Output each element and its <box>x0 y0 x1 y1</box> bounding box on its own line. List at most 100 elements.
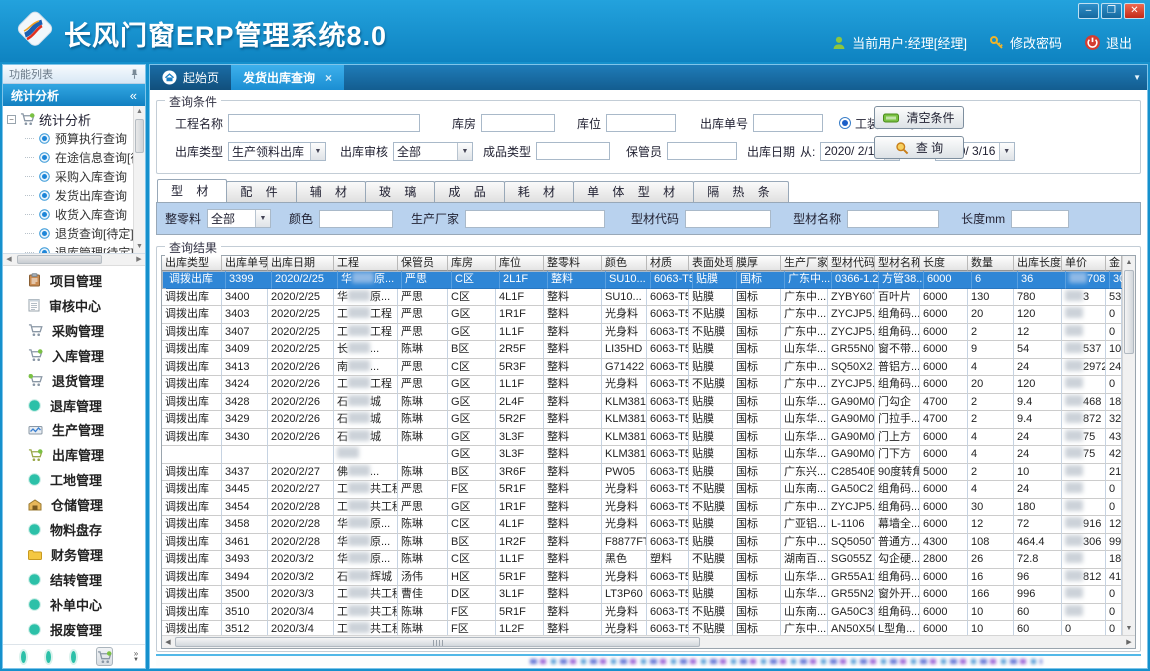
order-no-input[interactable] <box>753 114 823 132</box>
cart-tool-button[interactable] <box>96 647 113 666</box>
table-row[interactable]: 调拨出库34092020/2/25长...陈琳B区2R5F整料LI35HD606… <box>162 341 1122 359</box>
column-header[interactable]: 材质 <box>647 256 689 271</box>
location-input[interactable] <box>606 114 676 132</box>
scroll-thumb[interactable] <box>17 255 102 264</box>
sidebar-menu-item[interactable]: 物料盘存 <box>3 519 145 541</box>
sidebar-menu-item[interactable]: 退货管理 <box>3 369 145 391</box>
more-buttons-chevron[interactable]: »▼ <box>133 650 139 664</box>
material-tab[interactable]: 隔 热 条 <box>693 181 789 202</box>
table-row[interactable]: 调拨出库34452020/2/27工共工程严思F区5R1F整料光身料6063-T… <box>162 481 1122 499</box>
sidebar-menu-item[interactable]: 退库管理 <box>3 394 145 416</box>
sidebar-menu-item[interactable]: 报废管理 <box>3 618 145 640</box>
column-header[interactable]: 膜厚 <box>733 256 781 271</box>
scroll-up-icon[interactable]: ▲ <box>134 106 145 118</box>
tree-item[interactable]: 采购入库查询 <box>7 167 131 186</box>
clear-conditions-button[interactable]: 清空条件 <box>874 106 964 129</box>
tab-list-caret-icon[interactable]: ▼ <box>1133 73 1141 82</box>
tree-root[interactable]: − 统计分析 <box>7 109 131 129</box>
table-row[interactable]: 调拨出库34302020/2/26石城陈琳G区3L3F整料KLM38176063… <box>162 429 1122 447</box>
tree-item[interactable]: 在途信息查询[待 <box>7 148 131 167</box>
table-row[interactable]: 调拨出库34372020/2/27佛...陈琳B区3R6F整料PW056063-… <box>162 464 1122 482</box>
table-horizontal-scrollbar[interactable]: ◀ ▶ <box>162 635 1135 648</box>
sidebar-menu-item[interactable]: 生产管理 <box>3 419 145 441</box>
sidebar-menu-item[interactable]: 财务管理 <box>3 544 145 566</box>
scroll-down-icon[interactable]: ▼ <box>134 241 145 253</box>
project-name-input[interactable] <box>228 114 420 132</box>
sidebar-menu-item[interactable]: 入库管理 <box>3 344 145 366</box>
table-row[interactable]: 调拨出库34612020/2/28华原...陈琳B区1R2F整料F8877FT6… <box>162 534 1122 552</box>
column-header[interactable]: 颜色 <box>602 256 647 271</box>
search-button[interactable]: 查 询 <box>874 136 964 159</box>
table-row[interactable]: 调拨出库35122020/3/4工共工程陈琳F区1L2F整料光身料6063-T5… <box>162 621 1122 635</box>
table-row[interactable]: 调拨出库34242020/2/26工工程严思G区1L1F整料光身料6063-T5… <box>162 376 1122 394</box>
column-header[interactable]: 保管员 <box>398 256 448 271</box>
column-header[interactable]: 工程 <box>334 256 398 271</box>
profile-name-input[interactable] <box>847 210 939 228</box>
table-row[interactable]: 调拨出库34072020/2/25工工程严思G区1L1F整料光身料6063-T5… <box>162 324 1122 342</box>
tree-vertical-scrollbar[interactable]: ▲ ▼ <box>133 106 145 253</box>
tree-item[interactable]: 退库管理[待定] <box>7 243 131 254</box>
material-tab[interactable]: 辅 材 <box>296 181 366 202</box>
pin-icon[interactable] <box>130 68 139 80</box>
column-header[interactable]: 整零料 <box>544 256 602 271</box>
sidebar-menu-item[interactable]: 出库管理 <box>3 444 145 466</box>
tree-item[interactable]: 预算执行查询 <box>7 129 131 148</box>
table-row[interactable]: 调拨出库34002020/2/25华原...严思C区4L1F整料SU10...6… <box>162 289 1122 307</box>
out-type-select[interactable]: 生产领料出库▼ <box>228 142 326 161</box>
material-tab[interactable]: 玻 璃 <box>365 181 435 202</box>
column-header[interactable]: 出库长度 <box>1014 256 1062 271</box>
tab-close-icon[interactable]: × <box>325 71 332 85</box>
tree-horizontal-scrollbar[interactable]: ◀ ▶ <box>3 254 145 266</box>
scroll-right-icon[interactable]: ▶ <box>133 254 145 265</box>
tree-item[interactable]: 退货查询[待定] <box>7 224 131 243</box>
tab-home[interactable]: 起始页 <box>150 65 231 90</box>
industrial-radio[interactable] <box>839 117 851 129</box>
table-row[interactable]: 调拨出库35002020/3/3工共工程曹佳D区3L1F整料LT3P606063… <box>162 586 1122 604</box>
tree-item[interactable]: 发货出库查询 <box>7 186 131 205</box>
column-header[interactable]: 出库单号 <box>222 256 268 271</box>
module-dot-icon[interactable] <box>71 651 76 663</box>
logout[interactable]: 退出 <box>1084 33 1132 52</box>
product-type-input[interactable] <box>536 142 610 160</box>
table-row[interactable]: 调拨出库33992020/2/25华原...严思C区2L1F整料SU10...6… <box>162 271 1122 289</box>
tree-expander-icon[interactable]: − <box>7 115 16 124</box>
column-header[interactable]: 表面处理 <box>689 256 733 271</box>
table-row[interactable]: G区3L3F整料KLM38176063-T5贴膜国标山东华...GA90M09.… <box>162 446 1122 464</box>
material-tab[interactable]: 耗 材 <box>504 181 574 202</box>
table-row[interactable]: 调拨出库34032020/2/25工工程严思G区1R1F整料光身料6063-T5… <box>162 306 1122 324</box>
column-header[interactable]: 型材代码 <box>828 256 875 271</box>
table-vertical-scrollbar[interactable]: ▲ ▼ <box>1122 256 1135 635</box>
scroll-right-icon[interactable]: ▶ <box>1123 637 1135 648</box>
column-header[interactable]: 库位 <box>496 256 544 271</box>
sidebar-menu-item[interactable]: 工地管理 <box>3 469 145 491</box>
column-header[interactable]: 出库日期 <box>268 256 334 271</box>
scroll-down-icon[interactable]: ▼ <box>1123 622 1135 635</box>
close-button[interactable]: ✕ <box>1124 3 1145 19</box>
scroll-thumb[interactable] <box>135 119 144 153</box>
scroll-left-icon[interactable]: ◀ <box>162 637 174 648</box>
profile-code-input[interactable] <box>685 210 771 228</box>
scroll-thumb[interactable] <box>175 637 700 647</box>
sidebar-menu-item[interactable]: 采购管理 <box>3 319 145 341</box>
table-row[interactable]: 调拨出库34282020/2/26石城陈琳G区2L4F整料KLM38176063… <box>162 394 1122 412</box>
column-header[interactable]: 长度 <box>920 256 968 271</box>
stats-group-header[interactable]: 统计分析 « <box>3 84 145 106</box>
material-tab[interactable]: 配 件 <box>226 181 296 202</box>
audit-select[interactable]: 全部▼ <box>393 142 473 161</box>
material-tab[interactable]: 型 材 <box>157 179 227 202</box>
material-tab[interactable]: 单 体 型 材 <box>573 181 694 202</box>
tree-item[interactable]: 收货入库查询 <box>7 205 131 224</box>
column-header[interactable]: 生产厂家 <box>781 256 828 271</box>
module-dot-icon[interactable] <box>21 651 26 663</box>
material-tab[interactable]: 成 品 <box>434 181 504 202</box>
module-dot-icon[interactable] <box>46 651 51 663</box>
sidebar-menu-item[interactable]: 补单中心 <box>3 593 145 615</box>
sidebar-menu-item[interactable]: 结转管理 <box>3 569 145 591</box>
maximize-button[interactable]: ❐ <box>1101 3 1122 19</box>
length-input[interactable] <box>1011 210 1069 228</box>
color-input[interactable] <box>319 210 393 228</box>
tab-shipment-query[interactable]: 发货出库查询 × <box>231 65 344 90</box>
table-row[interactable]: 调拨出库35102020/3/4工共工程陈琳F区5R1F整料光身料6063-T5… <box>162 604 1122 622</box>
column-header[interactable]: 型材名称 <box>875 256 920 271</box>
column-header[interactable]: 金 <box>1106 256 1122 271</box>
